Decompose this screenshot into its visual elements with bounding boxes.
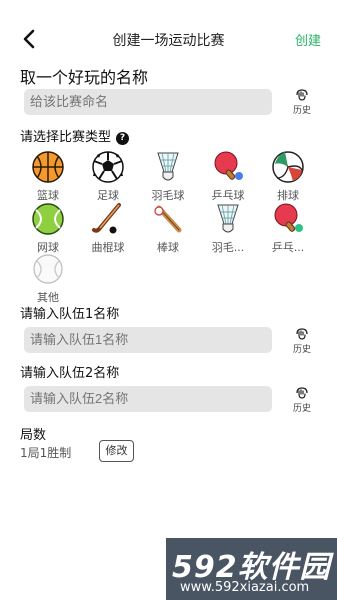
- sport-label: 棒球: [157, 241, 179, 254]
- sport-hockey[interactable]: 曲棍球: [78, 202, 138, 255]
- ping-pong-icon: [214, 151, 243, 180]
- name-heading: 取一个好玩的名称: [20, 68, 149, 87]
- hockey-stick-icon: [92, 203, 121, 234]
- type-heading-text: 请选择比赛类型: [20, 130, 112, 145]
- ping-pong-icon: [274, 203, 303, 232]
- sport-label: 排球: [277, 189, 299, 202]
- history-hand-icon: [296, 387, 308, 399]
- team1-name-input[interactable]: [24, 327, 272, 353]
- sport-badminton[interactable]: 羽毛球: [138, 150, 198, 203]
- create-button[interactable]: 创建: [295, 30, 321, 49]
- volleyball-icon: [272, 151, 304, 183]
- sport-label: 曲棍球: [91, 241, 125, 254]
- history-label: 历史: [292, 106, 311, 116]
- history-label: 历史: [292, 404, 311, 414]
- sport-label: 乒乓...: [271, 241, 305, 254]
- sport-tennis[interactable]: 网球: [18, 202, 78, 255]
- sport-label: 乒乓球: [211, 189, 245, 202]
- team1-history-button[interactable]: 历史: [288, 327, 316, 355]
- modify-rounds-button[interactable]: 修改: [99, 440, 134, 462]
- sport-badminton-2[interactable]: 羽毛...: [198, 202, 258, 255]
- sport-label: 羽毛...: [211, 241, 245, 254]
- basketball-icon: [32, 151, 64, 183]
- team2-heading: 请输入队伍2名称: [20, 366, 120, 381]
- sport-baseball[interactable]: 棒球: [138, 202, 198, 255]
- sport-pingpong[interactable]: 乒乓球: [198, 150, 258, 203]
- rounds-heading: 局数: [20, 428, 47, 443]
- page-title: 创建一场运动比赛: [112, 33, 225, 49]
- history-hand-icon: [296, 89, 308, 101]
- help-icon[interactable]: ?: [116, 132, 130, 145]
- sport-label: 羽毛球: [151, 189, 185, 202]
- rounds-value: 1局1胜制: [20, 446, 72, 460]
- type-heading: 请选择比赛类型?: [20, 126, 130, 145]
- sport-pingpong-2[interactable]: 乒乓...: [258, 202, 318, 255]
- match-name-input[interactable]: [24, 89, 272, 115]
- shuttlecock-icon: [217, 204, 239, 233]
- sport-label: 篮球: [37, 189, 59, 202]
- history-label: 历史: [292, 345, 311, 355]
- team1-heading: 请输入队伍1名称: [20, 307, 120, 322]
- shuttlecock-icon: [157, 152, 179, 181]
- sport-basketball[interactable]: 篮球: [18, 150, 78, 203]
- other-ball-icon: [33, 254, 63, 284]
- watermark: 592软件园 www.592xiazai.com: [166, 538, 337, 600]
- team2-history-button[interactable]: 历史: [288, 386, 316, 414]
- soccer-ball-icon: [92, 151, 124, 183]
- sport-other[interactable]: 其他: [18, 252, 78, 305]
- history-hand-icon: [296, 328, 308, 340]
- sport-soccer[interactable]: 足球: [78, 150, 138, 203]
- sport-volleyball[interactable]: 排球: [258, 150, 318, 203]
- team2-name-input[interactable]: [24, 386, 272, 412]
- baseball-bat-icon: [154, 205, 182, 233]
- watermark-url: www.592xiazai.com: [180, 580, 310, 595]
- tennis-ball-icon: [32, 203, 64, 235]
- name-history-button[interactable]: 历史: [288, 88, 316, 116]
- top-bar: 创建一场运动比赛 创建: [0, 26, 337, 52]
- sport-label: 足球: [97, 189, 119, 202]
